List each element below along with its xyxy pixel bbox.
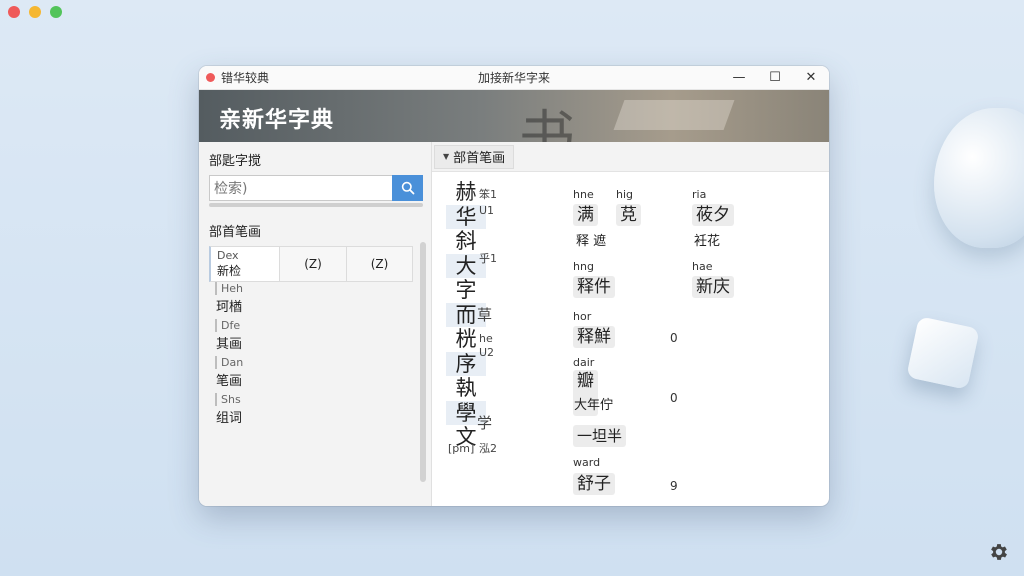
char-chip[interactable]: 舒子 xyxy=(573,473,615,495)
list-item-label: 其画 xyxy=(216,337,243,352)
char-annotation: 学 xyxy=(477,414,493,432)
banner-background-char: 书 xyxy=(519,105,575,142)
sidebar-scrollbar[interactable] xyxy=(420,242,426,482)
window-titlebar: 错华较典 加接新华字来 — ☐ ✕ xyxy=(199,66,829,90)
minimize-button[interactable]: — xyxy=(721,66,757,90)
red-dot-icon[interactable] xyxy=(8,6,20,18)
radical-heading: 部首笔画 xyxy=(209,225,262,240)
list-item-sub: Shs xyxy=(215,393,423,406)
tab-index[interactable]: Dex 新检 xyxy=(209,246,279,282)
radical-list: Heh 珂楢 Dfe 其画 Dan 笔画 Shs 组词 xyxy=(209,282,423,426)
header-banner: 书 亲新华字典 xyxy=(199,90,829,142)
list-item[interactable]: Heh 珂楢 xyxy=(209,282,423,315)
char-chip[interactable]: 一坦半 xyxy=(573,425,627,447)
char-annotation: 笨1 xyxy=(479,188,497,201)
list-item[interactable]: Shs 组词 xyxy=(209,393,423,426)
green-dot-icon[interactable] xyxy=(50,6,62,18)
definition-text: 释 遮 xyxy=(576,234,607,249)
close-button[interactable]: ✕ xyxy=(793,66,829,90)
count-value: 9 xyxy=(670,479,678,493)
definition-text: 大年佇 xyxy=(574,398,614,413)
char-item[interactable]: 執 xyxy=(446,376,486,401)
pinyin-label: hor xyxy=(573,310,592,323)
content-panel: ▼ 部首笔画 赫 华 斜 大 字 而 桄 序 執 學 文 笨1 U1 乎1 草 xyxy=(432,142,829,506)
char-annotation: 草 xyxy=(477,306,493,324)
char-annotation: 乎1 xyxy=(479,252,497,265)
char-chip[interactable]: 满 xyxy=(573,204,598,226)
search-button[interactable] xyxy=(392,175,423,201)
char-chip[interactable]: 莜夕 xyxy=(692,204,734,226)
sidebar: 部匙字搅 部首笔画 Dex 新检 (Z) xyxy=(199,142,432,506)
char-chip[interactable]: 释件 xyxy=(573,276,615,298)
app-icon xyxy=(206,73,215,82)
gear-icon[interactable] xyxy=(988,541,1010,563)
pinyin-label: hne xyxy=(573,188,594,201)
tab-z2-label: (Z) xyxy=(370,257,389,271)
char-chip[interactable]: 莌 xyxy=(616,204,641,226)
banner-decoration xyxy=(613,100,735,130)
definition-text: 衽花 xyxy=(694,234,721,249)
list-item[interactable]: Dfe 其画 xyxy=(209,319,423,352)
pinyin-label: ward xyxy=(573,456,601,469)
list-item-label: 组词 xyxy=(216,411,243,426)
count-value: 0 xyxy=(670,391,678,405)
list-item-sub: Dfe xyxy=(215,319,423,332)
char-annotation: U2 xyxy=(479,346,495,359)
tab-z1[interactable]: (Z) xyxy=(279,246,346,282)
list-item[interactable]: Dan 笔画 xyxy=(209,356,423,389)
search-progress-bar xyxy=(209,203,423,207)
char-chip[interactable]: 释鮮 xyxy=(573,326,615,348)
list-item-sub: Dan xyxy=(215,356,423,369)
list-item-label: 珂楢 xyxy=(216,300,243,315)
list-item-label: 笔画 xyxy=(216,374,243,389)
tab-z2[interactable]: (Z) xyxy=(346,246,413,282)
search-input[interactable] xyxy=(209,175,392,201)
yellow-dot-icon[interactable] xyxy=(29,6,41,18)
search-bar xyxy=(209,175,423,201)
search-icon xyxy=(401,181,414,195)
count-value: 0 xyxy=(670,331,678,345)
section-tab-label: 部首笔画 xyxy=(453,151,506,166)
app-window: 错华较典 加接新华字来 — ☐ ✕ 书 亲新华字典 部匙字搅 检索) 部首笔画 … xyxy=(199,66,829,506)
radical-tabs: Dex 新检 (Z) (Z) xyxy=(209,246,423,282)
list-item-sub: Heh xyxy=(215,282,423,295)
pinyin-label: hae xyxy=(692,260,713,273)
char-chip[interactable]: 新庆 xyxy=(692,276,734,298)
search-heading: 部匙字搅 xyxy=(209,154,262,169)
decorative-cube xyxy=(906,316,980,390)
pinyin-label: dair xyxy=(573,356,595,369)
pinyin-label: hig xyxy=(616,188,634,201)
section-tab-radical[interactable]: ▼ 部首笔画 xyxy=(434,144,515,169)
pinyin-label: hng xyxy=(573,260,594,273)
pinyin-label: ria xyxy=(692,188,707,201)
tab-index-label: 新检 xyxy=(217,264,242,278)
char-annotation: U1 xyxy=(479,204,495,217)
maximize-button[interactable]: ☐ xyxy=(757,66,793,90)
banner-title: 亲新华字典 xyxy=(219,108,335,133)
char-annotation: [pm] xyxy=(448,442,475,455)
char-annotation: 泓2 xyxy=(479,442,497,455)
tab-z1-label: (Z) xyxy=(304,257,322,271)
desktop-traffic-lights xyxy=(8,6,62,18)
tab-index-sub: Dex xyxy=(217,249,239,262)
char-item[interactable]: 斜 xyxy=(446,229,486,254)
char-annotation: he xyxy=(479,332,493,345)
caret-down-icon: ▼ xyxy=(443,152,450,161)
app-name: 错华较典 xyxy=(221,71,270,85)
char-item[interactable]: 字 xyxy=(446,278,486,303)
decorative-blob xyxy=(934,108,1024,248)
